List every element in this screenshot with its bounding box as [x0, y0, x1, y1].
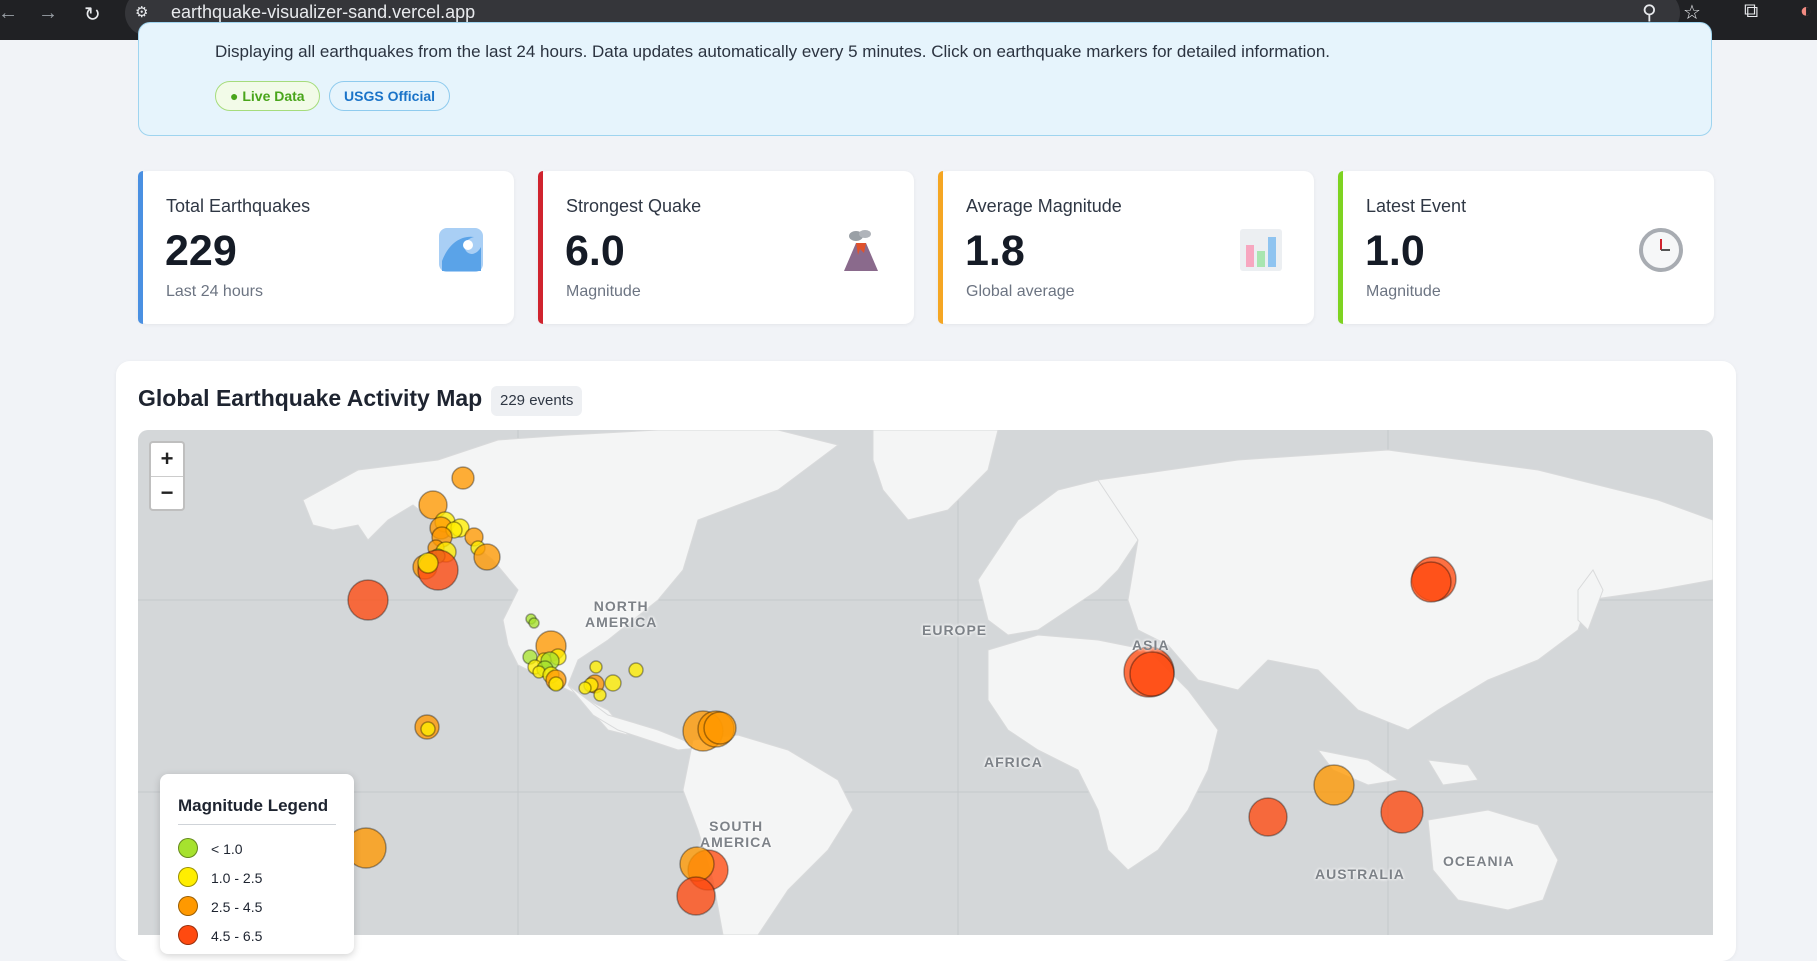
label-asia: ASIA [1132, 637, 1170, 653]
legend-swatch [178, 925, 198, 945]
earthquake-marker[interactable] [528, 617, 540, 629]
volcano-icon [844, 230, 878, 271]
stat-card-latest: Latest Event 1.0 Magnitude [1338, 171, 1714, 324]
usgs-official-tag: USGS Official [329, 81, 451, 111]
wave-icon [439, 228, 483, 272]
stat-sublabel: Magnitude [566, 283, 641, 300]
stat-value: 1.8 [965, 227, 1025, 275]
info-banner [138, 22, 1712, 136]
stat-sublabel: Last 24 hours [166, 283, 263, 300]
label-australia: AUSTRALIA [1315, 866, 1405, 882]
stat-label: Strongest Quake [566, 196, 702, 216]
stat-value: 6.0 [565, 227, 625, 275]
earthquake-marker[interactable] [676, 876, 716, 916]
stat-label: Latest Event [1366, 196, 1467, 216]
legend-title: Magnitude Legend [178, 796, 329, 815]
legend-label: < 1.0 [211, 841, 243, 857]
label-oceania: OCEANIA [1443, 853, 1515, 869]
card-accent [138, 171, 143, 324]
card-accent [938, 171, 943, 324]
legend-swatch [178, 838, 198, 858]
stat-sublabel: Global average [966, 283, 1075, 300]
earthquake-marker[interactable] [593, 688, 607, 702]
forward-arrow-icon[interactable]: → [38, 2, 58, 25]
zoom-control: + − [149, 441, 185, 511]
stat-sublabel: Magnitude [1366, 283, 1441, 300]
label-africa: AFRICA [984, 754, 1043, 770]
card-accent [538, 171, 543, 324]
stat-value: 229 [165, 227, 237, 275]
site-info-icon[interactable]: ⚙ [135, 3, 153, 21]
earthquake-marker[interactable] [473, 543, 501, 571]
events-count-badge: 229 events [491, 386, 583, 416]
stat-value: 1.0 [1365, 227, 1425, 275]
zoom-in-button[interactable]: + [151, 443, 183, 477]
zoom-out-button[interactable]: − [151, 477, 183, 510]
earthquake-marker[interactable] [679, 846, 715, 882]
legend-swatch [178, 896, 198, 916]
earthquake-marker[interactable] [417, 552, 439, 574]
reload-icon[interactable]: ↻ [84, 2, 101, 27]
url-text[interactable]: earthquake-visualizer-sand.vercel.app [171, 2, 475, 23]
label-europe: EUROPE [922, 622, 988, 638]
card-accent [1338, 171, 1343, 324]
earthquake-marker[interactable] [347, 579, 389, 621]
earthquake-marker[interactable] [604, 674, 622, 692]
earthquake-marker[interactable] [1380, 790, 1424, 834]
legend-swatch [178, 867, 198, 887]
bar-chart-icon [1240, 229, 1282, 271]
earthquake-marker[interactable] [1410, 561, 1452, 603]
earthquake-marker[interactable] [1313, 764, 1355, 806]
earthquake-marker[interactable] [548, 676, 564, 692]
profile-icon[interactable]: ◐ [1800, 0, 1812, 23]
extensions-icon[interactable]: ⧉ [1744, 0, 1758, 23]
label-south-america: SOUTH AMERICA [700, 818, 773, 850]
stat-card-total: Total Earthquakes 229 Last 24 hours [138, 171, 514, 324]
earthquake-marker[interactable] [578, 681, 592, 695]
legend-label: 1.0 - 2.5 [211, 870, 263, 886]
stat-label: Total Earthquakes [166, 196, 311, 216]
earthquake-marker[interactable] [589, 660, 603, 674]
earthquake-marker[interactable] [420, 721, 436, 737]
magnitude-legend: Magnitude Legend < 1.0 1.0 - 2.5 2.5 - 4… [160, 774, 354, 954]
label-north-america: NORTH AMERICA [585, 598, 658, 630]
legend-label: 4.5 - 6.5 [211, 928, 263, 944]
stat-card-average: Average Magnitude 1.8 Global average [938, 171, 1314, 324]
legend-label: 2.5 - 4.5 [211, 899, 263, 915]
back-arrow-icon[interactable]: ← [0, 2, 18, 25]
stat-card-strongest: Strongest Quake 6.0 Magnitude [538, 171, 914, 324]
legend-divider [178, 824, 336, 825]
banner-description: Displaying all earthquakes from the last… [215, 42, 1331, 61]
earthquake-marker[interactable] [628, 662, 644, 678]
clock-icon [1639, 228, 1683, 272]
earthquake-marker[interactable] [1129, 651, 1175, 697]
stat-label: Average Magnitude [966, 196, 1122, 216]
live-data-tag: ● Live Data [215, 81, 320, 111]
earthquake-marker[interactable] [703, 711, 737, 745]
map-title: Global Earthquake Activity Map [138, 385, 483, 411]
earthquake-marker[interactable] [451, 466, 475, 490]
earthquake-marker[interactable] [1248, 797, 1288, 837]
